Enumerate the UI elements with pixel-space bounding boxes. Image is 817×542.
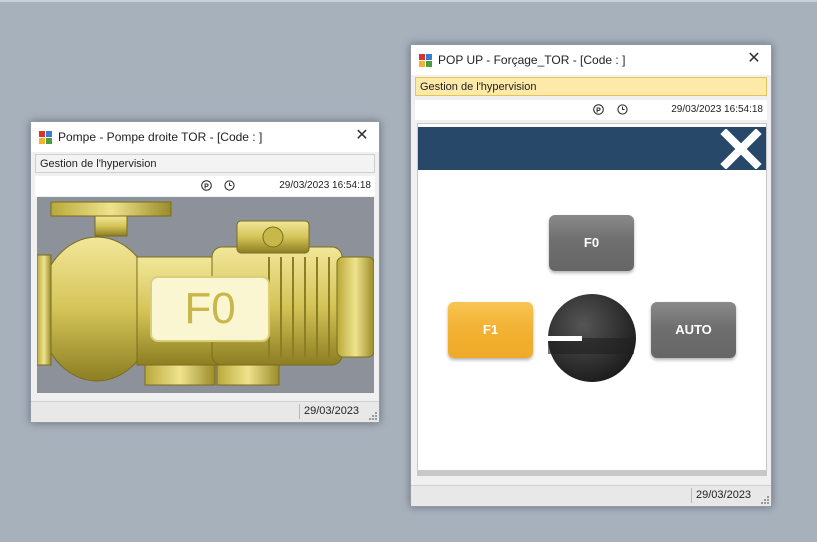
pump-window-title: Pompe - Pompe droite TOR - [Code : ]	[58, 130, 263, 144]
forcing-panel: F0 F1 AUTO	[417, 123, 767, 476]
panel-bottom-bar	[418, 470, 766, 475]
resize-grip-icon[interactable]	[761, 496, 769, 504]
mode-selector-knob[interactable]	[546, 292, 638, 384]
f1-button[interactable]: F1	[448, 302, 533, 358]
f0-button[interactable]: F0	[549, 215, 634, 271]
close-x-icon[interactable]	[720, 129, 762, 169]
resize-grip-icon[interactable]	[369, 412, 377, 420]
pump-statusbar: 29/03/2023	[31, 401, 379, 422]
pump-window-titlebar[interactable]: Pompe - Pompe droite TOR - [Code : ] ✕	[31, 122, 379, 152]
popup-window[interactable]: POP UP - Forçage_TOR - [Code : ] ✕ Gesti…	[410, 44, 772, 507]
p-circle-icon: P	[593, 104, 604, 115]
pump-datetime: 29/03/2023 16:54:18	[279, 180, 371, 191]
app-icon	[39, 131, 52, 144]
forcing-panel-header	[418, 127, 766, 170]
pump-info-row: P 29/03/2023 16:54:18	[35, 176, 375, 196]
pump-image[interactable]: F0	[37, 197, 374, 393]
close-icon[interactable]: ✕	[351, 126, 373, 146]
pump-status-date: 29/03/2023	[304, 405, 360, 417]
clock-icon	[224, 180, 235, 191]
popup-menu-strip[interactable]: Gestion de l'hypervision	[415, 77, 767, 96]
pump-menu-strip[interactable]: Gestion de l'hypervision	[35, 154, 375, 173]
clock-icon	[617, 104, 628, 115]
p-circle-icon: P	[201, 180, 212, 191]
status-separator	[691, 488, 692, 503]
pump-state-badge: F0	[150, 276, 270, 342]
popup-window-title: POP UP - Forçage_TOR - [Code : ]	[438, 53, 626, 67]
close-icon[interactable]: ✕	[743, 49, 765, 69]
popup-window-titlebar[interactable]: POP UP - Forçage_TOR - [Code : ] ✕	[411, 45, 771, 75]
status-separator	[299, 404, 300, 419]
popup-statusbar: 29/03/2023	[411, 485, 771, 506]
app-icon	[419, 54, 432, 67]
pump-window[interactable]: Pompe - Pompe droite TOR - [Code : ] ✕ G…	[30, 121, 380, 423]
desktop-top-edge	[0, 0, 817, 2]
popup-info-row: P 29/03/2023 16:54:18	[415, 100, 767, 120]
svg-text:P: P	[596, 107, 601, 114]
popup-status-date: 29/03/2023	[696, 489, 752, 501]
auto-button[interactable]: AUTO	[651, 302, 736, 358]
svg-text:P: P	[204, 183, 209, 190]
popup-datetime: 29/03/2023 16:54:18	[671, 104, 763, 115]
